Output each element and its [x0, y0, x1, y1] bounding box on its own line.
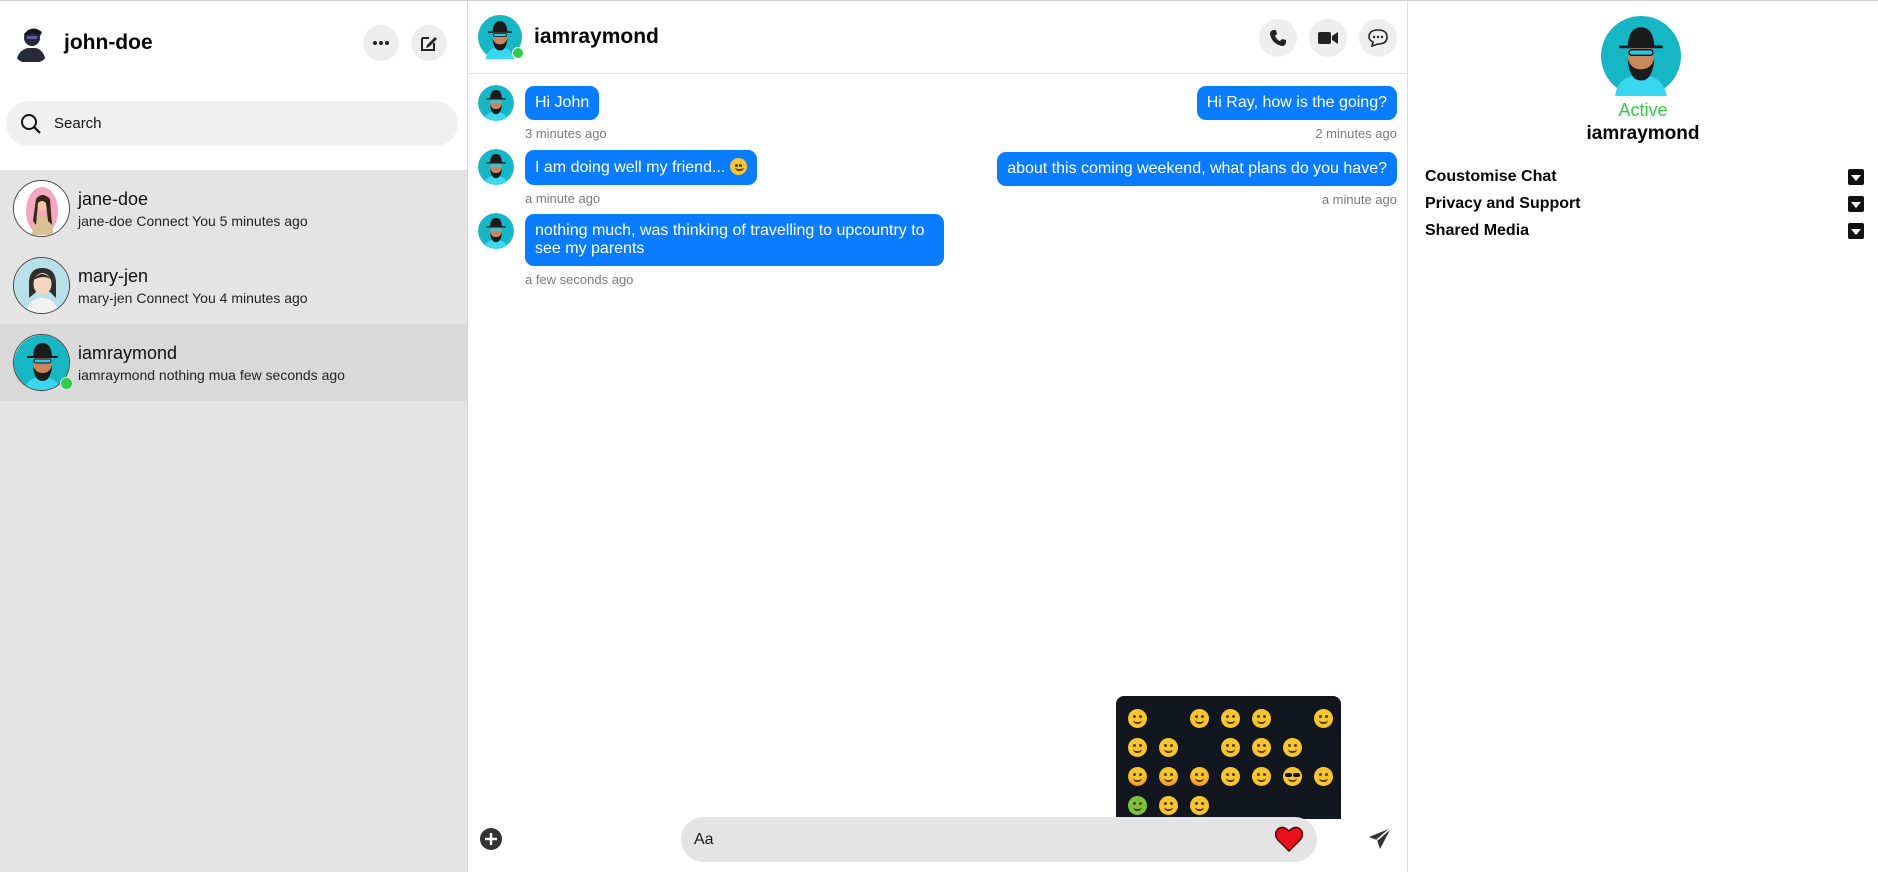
- emoji-wink-icon[interactable]: [1277, 733, 1308, 762]
- emoji-zany-icon[interactable]: [1184, 762, 1215, 791]
- contact-name: iamraymond: [1586, 123, 1700, 144]
- conversation-item-jane-doe[interactable]: jane-doe jane-doe Connect You 5 minutes …: [0, 170, 467, 247]
- message-time: a minute ago: [1321, 192, 1397, 207]
- online-indicator: [512, 47, 524, 59]
- message-time: a few seconds ago: [525, 272, 634, 287]
- message-bubble[interactable]: about this coming weekend, what plans do…: [997, 152, 1397, 186]
- conversation-name: mary-jen: [78, 266, 149, 286]
- section-customise-chat[interactable]: Coustomise Chat: [1425, 165, 1864, 189]
- message-incoming: Hi John 3 minutes ago: [478, 75, 607, 141]
- conversation-name: jane-doe: [78, 189, 149, 209]
- message-composer: [468, 810, 1407, 872]
- sidebar: john-doe Search jane-doe jane-doe Connec…: [0, 1, 468, 872]
- more-actions-button[interactable]: [478, 826, 504, 852]
- emoji-empty: [1308, 733, 1339, 762]
- message-incoming: nothing much, was thinking of travelling…: [478, 203, 944, 287]
- conversation-list: jane-doe jane-doe Connect You 5 minutes …: [0, 170, 467, 401]
- section-shared-media[interactable]: Shared Media: [1425, 219, 1864, 243]
- message-incoming: I am doing well my friend... a minute ag…: [478, 139, 757, 206]
- conversation-preview: jane-doe Connect You 5 minutes ago: [78, 213, 308, 229]
- winking-emoji-icon: [729, 158, 747, 175]
- current-user-avatar[interactable]: [10, 22, 52, 64]
- send-button[interactable]: [1367, 826, 1393, 852]
- message-bubble[interactable]: I am doing well my friend...: [525, 150, 757, 185]
- send-icon: [1369, 827, 1392, 849]
- chat-info-icon: [1368, 29, 1388, 47]
- message-text: I am doing well my friend...: [535, 159, 730, 176]
- emoji-grin-icon[interactable]: [1215, 704, 1246, 733]
- contact-status: Active: [1618, 100, 1668, 120]
- plus-circle-icon: [480, 828, 502, 850]
- caret-down-icon[interactable]: [1848, 196, 1864, 212]
- messenger-app: john-doe Search jane-doe jane-doe Connec…: [0, 0, 1878, 872]
- message-bubble[interactable]: Hi Ray, how is the going?: [1196, 86, 1397, 120]
- emoji-nerd-icon[interactable]: [1246, 762, 1277, 791]
- voice-call-button[interactable]: [1259, 19, 1297, 57]
- new-message-button[interactable]: [411, 25, 447, 61]
- emoji-tongue-icon[interactable]: [1153, 762, 1184, 791]
- current-user-name: john-doe: [64, 31, 153, 54]
- message-bubble[interactable]: nothing much, was thinking of travelling…: [525, 214, 944, 266]
- search-box: [6, 101, 458, 146]
- sidebar-header: john-doe: [0, 1, 467, 85]
- conversation-preview: mary-jen Connect You 4 minutes ago: [78, 290, 308, 306]
- more-icon: [373, 41, 389, 45]
- heart-icon[interactable]: [1275, 826, 1303, 852]
- search-icon: [21, 113, 41, 134]
- search-input[interactable]: [54, 115, 414, 132]
- message-outgoing: about this coming weekend, what plans do…: [997, 152, 1397, 207]
- emoji-slight-smile-icon[interactable]: [1215, 733, 1246, 762]
- contact-info-panel: Active iamraymond Coustomise Chat Privac…: [1408, 1, 1878, 872]
- message-bubble[interactable]: Hi John: [525, 86, 600, 120]
- caret-down-icon[interactable]: [1848, 169, 1864, 185]
- avatar: [478, 213, 514, 249]
- emoji-tears-of-joy-icon[interactable]: [1308, 704, 1339, 733]
- emoji-upside-down-icon[interactable]: [1246, 733, 1277, 762]
- emoji-empty: [1277, 704, 1308, 733]
- emoji-sunglasses-icon[interactable]: [1277, 762, 1308, 791]
- emoji-picker: [1116, 696, 1341, 819]
- message-outgoing: Hi Ray, how is the going? 2 minutes ago: [1196, 86, 1397, 141]
- chat-info-button[interactable]: [1359, 19, 1397, 57]
- online-indicator: [60, 377, 73, 390]
- message-time: 2 minutes ago: [1315, 126, 1397, 141]
- emoji-monocle-icon[interactable]: [1215, 762, 1246, 791]
- message-input[interactable]: [694, 830, 1234, 849]
- video-call-button[interactable]: [1309, 19, 1347, 57]
- section-label: Privacy and Support: [1425, 195, 1581, 212]
- phone-icon: [1270, 30, 1286, 46]
- emoji-beaming-icon[interactable]: [1184, 704, 1215, 733]
- section-label: Coustomise Chat: [1425, 168, 1557, 185]
- emoji-smiling-icon[interactable]: [1153, 733, 1184, 762]
- chat-avatar[interactable]: [478, 15, 524, 59]
- video-icon: [1318, 32, 1338, 44]
- caret-down-icon[interactable]: [1848, 223, 1864, 239]
- compose-icon: [421, 37, 437, 51]
- conversation-item-iamraymond[interactable]: iamraymond iamraymond nothing mua few se…: [0, 324, 467, 401]
- section-privacy-support[interactable]: Privacy and Support: [1425, 192, 1864, 216]
- conversation-item-mary-jen[interactable]: mary-jen mary-jen Connect You 4 minutes …: [0, 247, 467, 324]
- emoji-star-struck-icon[interactable]: [1122, 762, 1153, 791]
- chat-title: iamraymond: [534, 25, 659, 48]
- emoji-rofl-icon[interactable]: [1122, 733, 1153, 762]
- conversation-preview: iamraymond nothing mua few seconds ago: [78, 367, 345, 383]
- emoji-grinning-icon[interactable]: [1122, 704, 1153, 733]
- section-label: Shared Media: [1425, 222, 1530, 239]
- emoji-confused-icon[interactable]: [1308, 762, 1339, 791]
- conversation-name: iamraymond: [78, 343, 178, 363]
- contact-avatar[interactable]: [1601, 16, 1681, 96]
- chat-panel: iamraymond Hi John 3 minutes ago I am do…: [468, 1, 1408, 872]
- avatar: [13, 180, 70, 237]
- avatar: [478, 149, 514, 185]
- emoji-squint-icon[interactable]: [1246, 704, 1277, 733]
- avatar: [13, 257, 70, 314]
- avatar: [478, 85, 514, 121]
- chat-header: iamraymond: [468, 1, 1407, 74]
- emoji-empty: [1153, 704, 1184, 733]
- emoji-empty: [1184, 733, 1215, 762]
- more-options-button[interactable]: [363, 25, 399, 61]
- message-input-box: [681, 817, 1317, 862]
